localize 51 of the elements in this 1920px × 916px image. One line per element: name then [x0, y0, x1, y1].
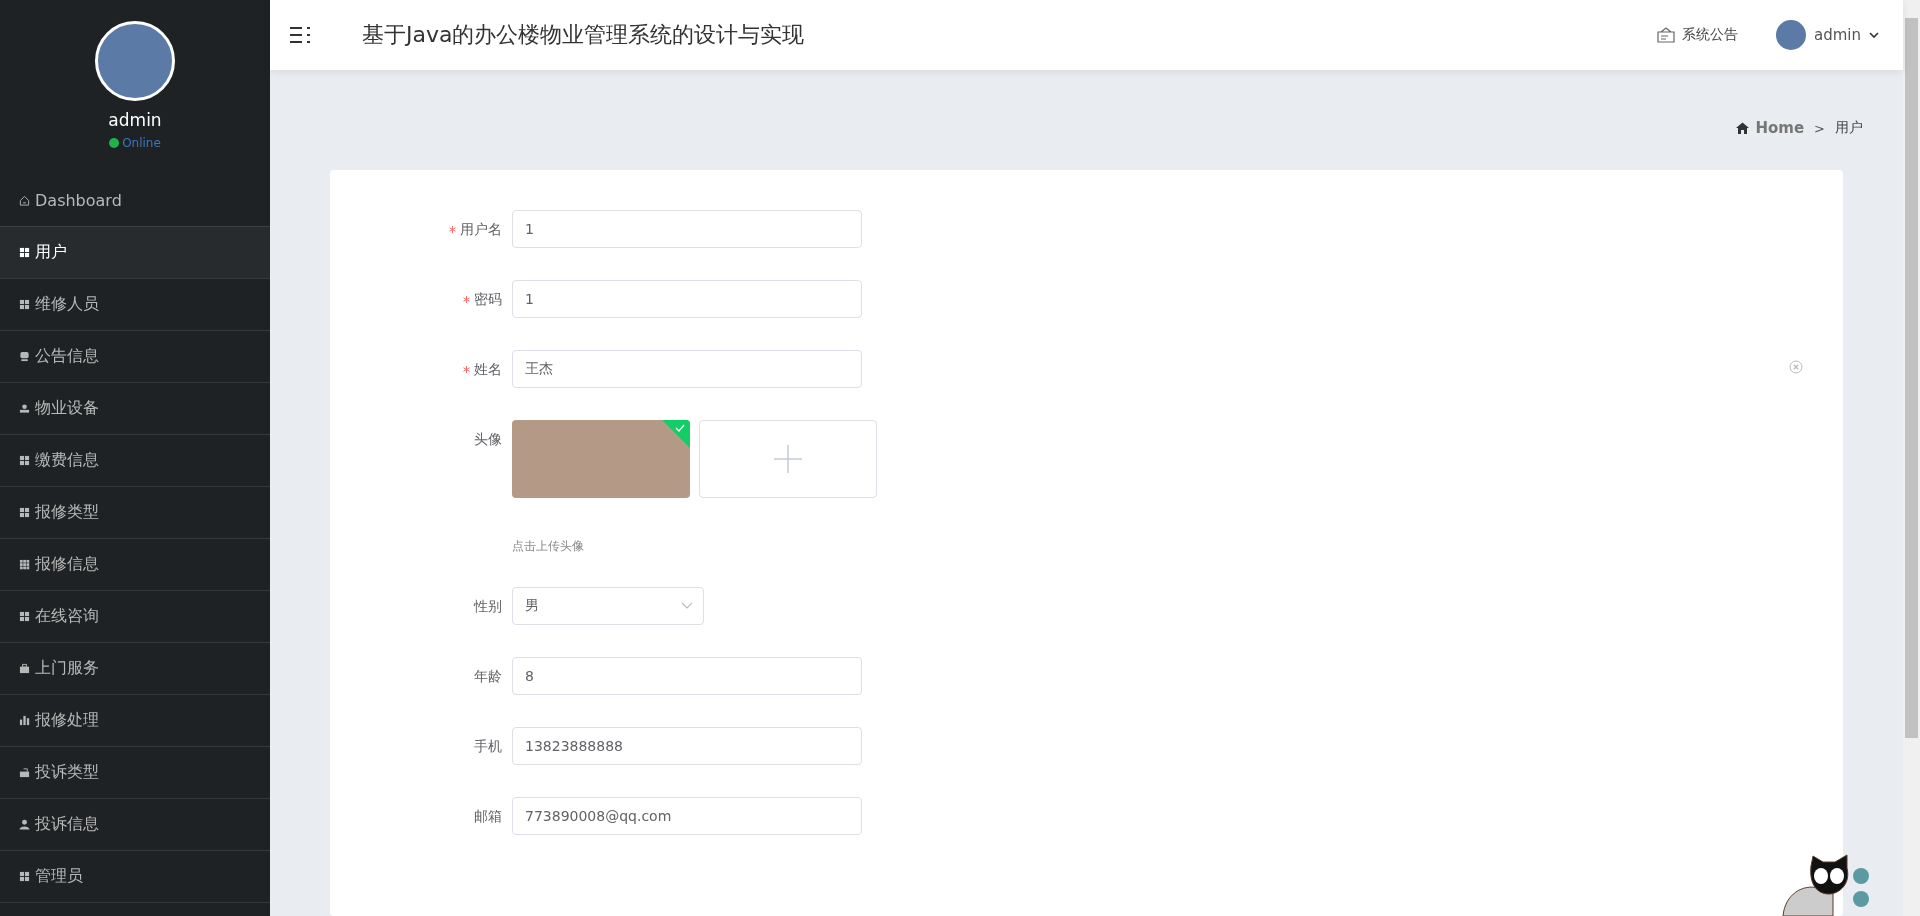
text-field[interactable]: 1 — [512, 210, 862, 248]
apps-grid-icon — [19, 559, 30, 570]
briefcase-icon — [19, 663, 30, 674]
grid-icon — [19, 611, 30, 622]
field-label: 年龄 — [474, 667, 502, 686]
grid-icon — [19, 247, 30, 258]
page-title: 基于Java的办公楼物业管理系统的设计与实现 — [362, 21, 806, 49]
breadcrumb-current: 用户 — [1835, 119, 1863, 137]
text-field[interactable]: 773890008@qq.com — [512, 797, 862, 835]
user-avatar — [1776, 20, 1806, 50]
grid-icon — [19, 871, 30, 882]
breadcrumb-home[interactable]: Home — [1736, 119, 1805, 137]
plus-icon — [774, 445, 802, 473]
success-corner-icon — [662, 420, 690, 448]
field-label: 性别 — [474, 597, 502, 616]
grid-icon — [19, 507, 30, 518]
upload-button[interactable] — [699, 420, 877, 498]
stamp-icon — [19, 403, 30, 414]
breadcrumb-separator: > — [1814, 120, 1825, 136]
home-icon — [1736, 122, 1750, 134]
online-status-dot — [109, 138, 120, 148]
user-menu[interactable]: admin — [1776, 20, 1879, 50]
menu-icon[interactable] — [288, 24, 312, 46]
text-field[interactable]: 13823888888 — [512, 727, 862, 765]
grid-icon — [19, 299, 30, 310]
notice-board-icon — [1657, 27, 1675, 43]
text-field[interactable]: 王杰 — [512, 350, 862, 388]
field-label: 密码 — [474, 290, 502, 309]
field-label: 邮箱 — [474, 807, 502, 826]
text-field[interactable]: 8 — [512, 657, 862, 695]
home-icon — [19, 195, 30, 206]
chevron-down-icon — [681, 602, 693, 610]
sidebar-username: admin — [108, 110, 162, 130]
notice-link[interactable]: 系统公告 — [1657, 26, 1738, 44]
grid-icon — [19, 455, 30, 466]
upload-hint: 点击上传头像 — [512, 538, 585, 555]
user-icon — [19, 819, 30, 830]
select-field[interactable]: 男 — [512, 587, 704, 625]
scrollbar[interactable] — [1903, 0, 1920, 916]
caret-icon — [1869, 31, 1879, 39]
field-label: 用户名 — [460, 220, 502, 239]
bar-chart-icon — [19, 715, 30, 726]
sidebar-item[interactable]: 用户 — [0, 227, 270, 279]
message-icon — [19, 351, 30, 362]
mailbox-icon — [19, 767, 30, 778]
clear-icon[interactable] — [1789, 360, 1803, 374]
field-label: 手机 — [474, 737, 502, 756]
online-status: Online — [122, 136, 161, 150]
field-label: 头像 — [474, 430, 502, 449]
text-field[interactable]: 1 — [512, 280, 862, 318]
field-label: 姓名 — [474, 360, 502, 379]
